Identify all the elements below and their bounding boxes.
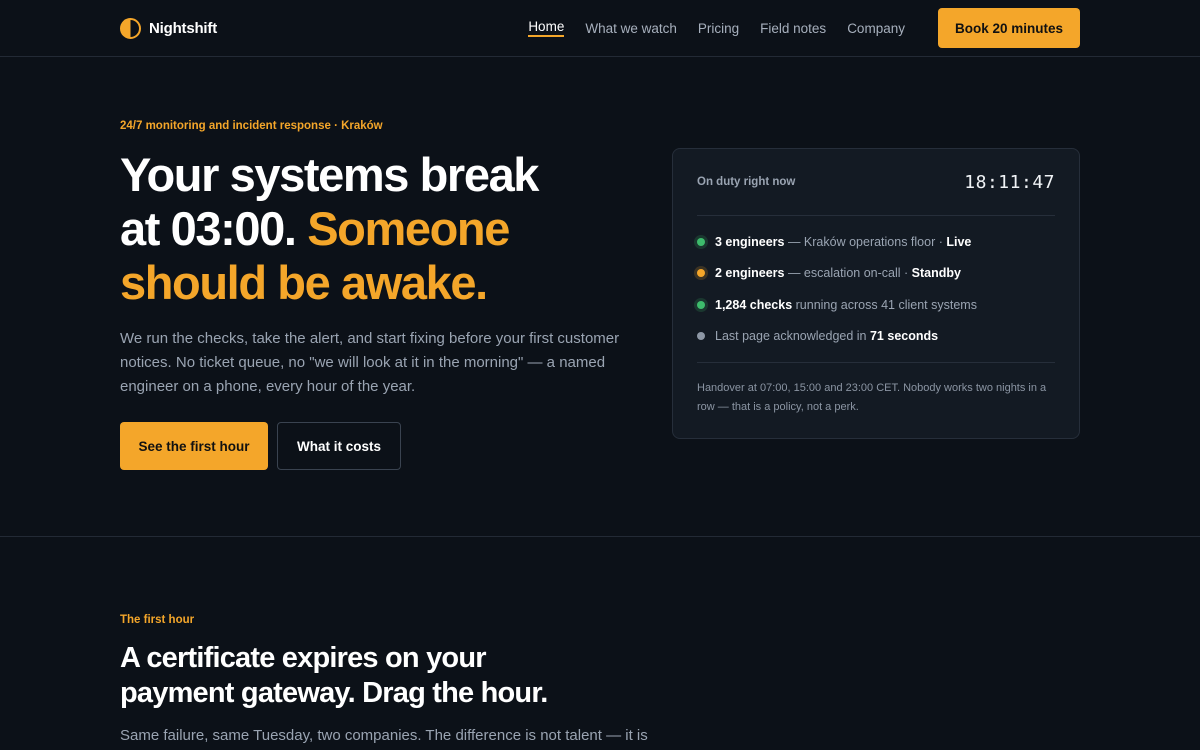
checks-status-dot-icon — [697, 300, 705, 309]
status-text: running across 41 client systems — [792, 297, 977, 312]
nav-link-home[interactable]: Home — [528, 19, 565, 37]
what-it-costs-button[interactable]: What it costs — [277, 422, 401, 470]
section-divider — [0, 536, 1200, 537]
hero-subtitle: We run the checks, take the alert, and s… — [120, 330, 620, 395]
duty-status-list: 3 engineers — Kraków operations floor · … — [697, 216, 1055, 363]
section-title-line1: A certificate expires on your — [120, 642, 487, 674]
standby-status-dot-icon — [697, 269, 705, 278]
nav-links: Home What we watch Pricing Field notes C… — [528, 8, 1080, 48]
hero-title: Your systems break at 03:00. Someone sho… — [120, 148, 640, 310]
nav-link-what-we-watch[interactable]: What we watch — [585, 21, 677, 36]
on-duty-card: On duty right now 18:11:47 3 engineers —… — [672, 148, 1080, 439]
hero-title-line2: at 03:00. — [120, 202, 297, 255]
top-nav: Nightshift Home What we watch Pricing Fi… — [0, 0, 1200, 57]
list-item: 1,284 checks running across 41 client sy… — [697, 289, 1055, 321]
status-count: 3 engineers — [715, 234, 785, 249]
duty-clock: 18:11:47 — [964, 171, 1055, 193]
section-title-line2: payment gateway. Drag the hour. — [120, 677, 548, 709]
status-badge: Standby — [911, 266, 961, 281]
on-duty-label: On duty right now — [697, 176, 796, 188]
section-subtitle: Same failure, same Tuesday, two companie… — [120, 727, 648, 744]
hero-title-line1: Your systems break — [120, 148, 539, 201]
nav-link-field-notes[interactable]: Field notes — [760, 21, 826, 36]
nav-link-pricing[interactable]: Pricing — [698, 21, 739, 36]
status-text: — escalation on-call · — [784, 266, 912, 281]
nav-link-company[interactable]: Company — [847, 21, 905, 36]
section-eyebrow: The first hour — [120, 614, 195, 626]
on-duty-header: On duty right now 18:11:47 — [697, 149, 1055, 216]
status-count: 2 engineers — [715, 266, 785, 281]
brand[interactable]: Nightshift — [120, 17, 217, 39]
status-count: 1,284 checks — [715, 297, 793, 312]
status-text: Last page acknowledged in — [715, 329, 870, 344]
status-badge: Live — [946, 234, 972, 249]
book-call-button[interactable]: Book 20 minutes — [937, 8, 1080, 48]
handover-note: Handover at 07:00, 15:00 and 23:00 CET. … — [697, 382, 1047, 413]
section-title: A certificate expires on your payment ga… — [120, 641, 620, 711]
hero-title-accent1: Someone — [307, 202, 510, 255]
see-first-hour-button[interactable]: See the first hour — [120, 422, 268, 470]
status-count: 71 seconds — [869, 329, 939, 344]
brand-name: Nightshift — [149, 19, 217, 37]
live-status-dot-icon — [697, 237, 705, 246]
status-text: — Kraków operations floor · — [784, 234, 947, 249]
half-moon-logo-icon — [120, 17, 141, 39]
list-item: 2 engineers — escalation on-call · Stand… — [697, 258, 1055, 290]
hero-title-accent2: should be awake. — [120, 256, 488, 309]
list-item: Last page acknowledged in 71 seconds — [697, 321, 1055, 353]
page-status-dot-icon — [697, 332, 705, 341]
list-item: 3 engineers — Kraków operations floor · … — [697, 226, 1055, 258]
hero-eyebrow: 24/7 monitoring and incident response · … — [120, 120, 383, 132]
